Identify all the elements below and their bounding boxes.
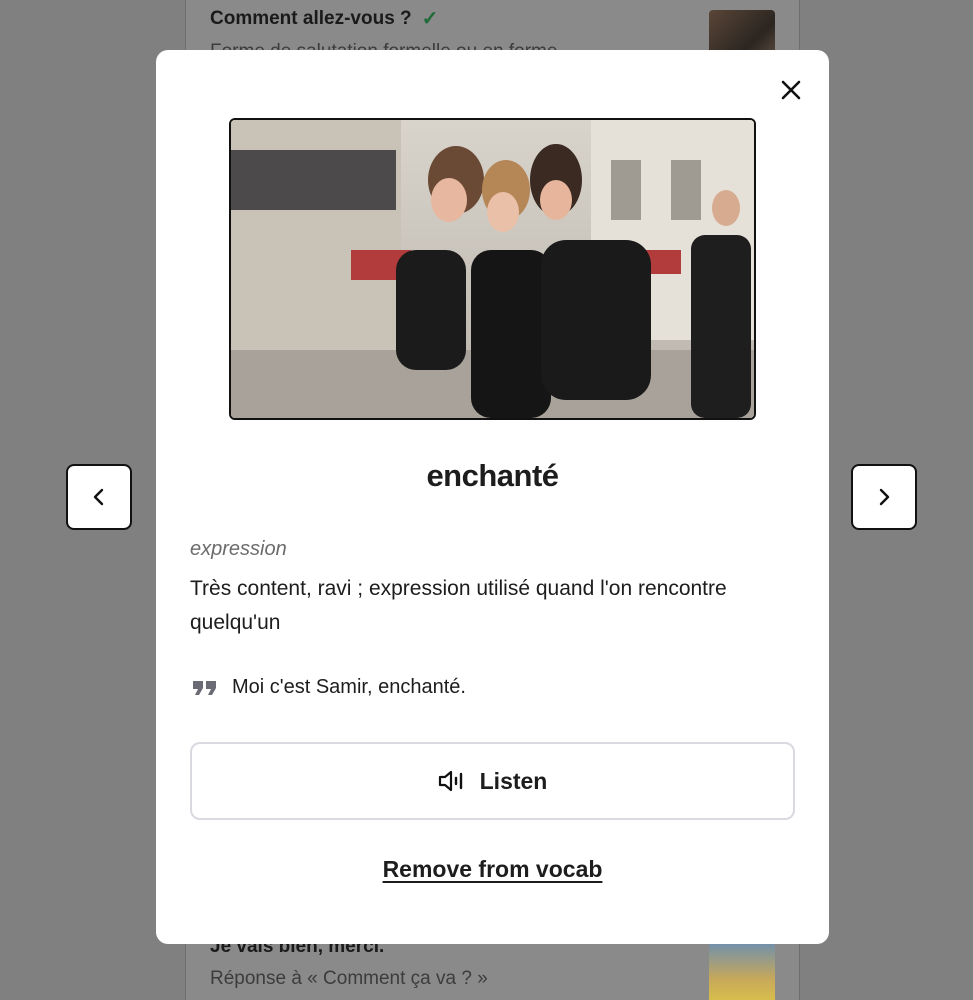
- close-button[interactable]: [779, 78, 803, 102]
- example-sentence: Moi c'est Samir, enchanté.: [192, 676, 466, 699]
- part-of-speech: expression: [190, 538, 287, 560]
- vocab-card-modal: enchanté expression Très content, ravi ;…: [156, 50, 829, 944]
- next-card-button[interactable]: [851, 464, 917, 530]
- list-item[interactable]: Je vais bien, merci. Réponse à « Comment…: [210, 936, 775, 1000]
- listen-label: Listen: [479, 767, 548, 794]
- definition-text: Très content, ravi ; expression utilisé …: [190, 577, 727, 634]
- example-text: Moi c'est Samir, enchanté.: [232, 676, 466, 698]
- vocab-illustration-image: [229, 118, 756, 420]
- quote-icon: [193, 680, 216, 695]
- list-item-title: Comment allez-vous ? ✓: [210, 7, 439, 31]
- close-icon: [781, 80, 801, 100]
- speaker-icon: [438, 770, 462, 792]
- checkmark-icon: ✓: [421, 8, 439, 30]
- thumbnail-image: [709, 942, 775, 1000]
- listen-button[interactable]: Listen: [190, 742, 795, 820]
- vocab-word: enchanté: [426, 458, 559, 493]
- remove-from-vocab-link[interactable]: Remove from vocab: [156, 856, 829, 883]
- chevron-right-icon: [879, 488, 890, 506]
- chevron-left-icon: [93, 488, 104, 506]
- list-item-subtitle: Réponse à « Comment ça va ? »: [210, 968, 488, 989]
- previous-card-button[interactable]: [66, 464, 132, 530]
